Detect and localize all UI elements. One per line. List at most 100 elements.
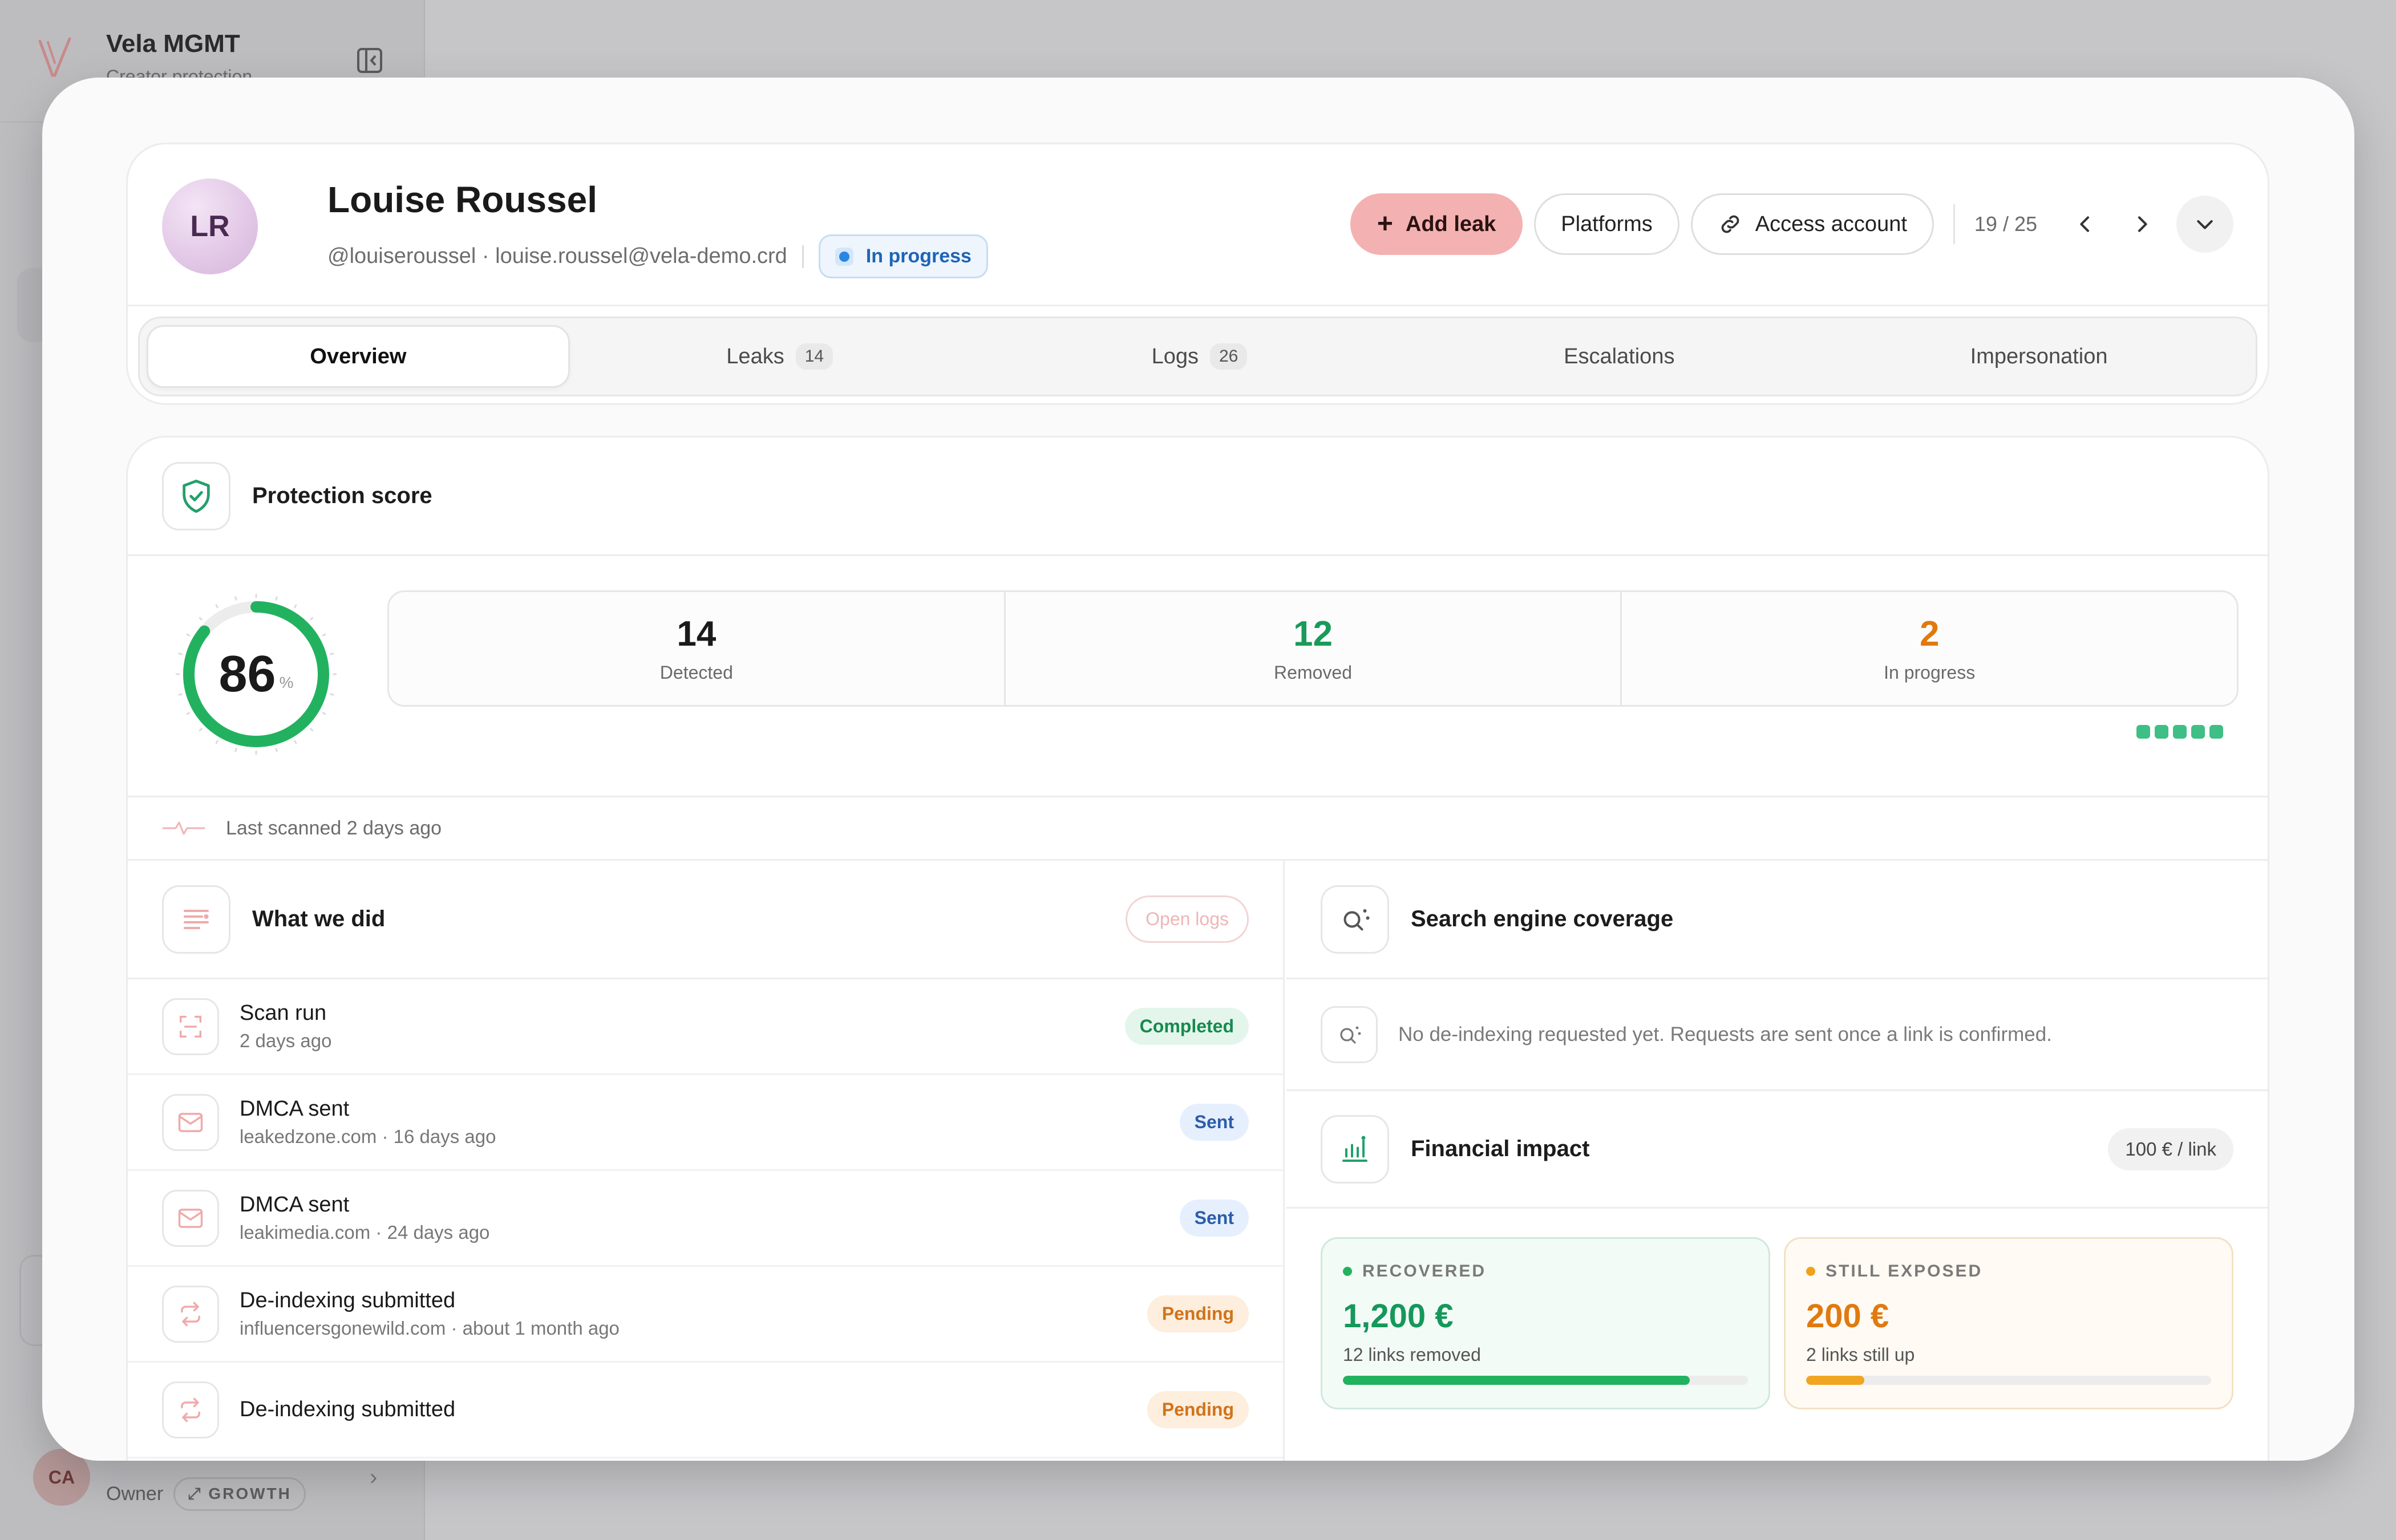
last-scanned-text: Last scanned 2 days ago (226, 817, 442, 839)
section-title: Financial impact (1411, 1136, 1590, 1161)
overview-panel: Protection score 86% 14 Detected 12 Remo… (126, 436, 2269, 1461)
pager-position: 19 / 25 (1974, 212, 2037, 236)
status-badge: Completed (1124, 1008, 1249, 1045)
creator-meta: @louiseroussel · louise.roussel@vela-dem… (327, 234, 988, 278)
status-badge: Pending (1147, 1295, 1249, 1332)
exposed-card: STILL EXPOSED 200 € 2 links still up (1784, 1237, 2233, 1409)
creator-name: Louise Roussel (327, 179, 597, 220)
stat-value: 2 (1919, 614, 1940, 654)
chevron-down-icon (2197, 220, 2213, 229)
brand-logo (38, 37, 71, 77)
header-actions: + Add leak Platforms Access account 19 /… (1350, 193, 2233, 255)
item-subtitle: influencersgonewild.com · about 1 month … (240, 1318, 620, 1339)
search-nodes-icon (1321, 1006, 1378, 1063)
plan-badge-label: GROWTH (208, 1485, 292, 1502)
list-item[interactable]: DMCA sent leakedzone.com · 16 days ago Se… (128, 1075, 1283, 1171)
status-badge: In progress (818, 234, 988, 278)
collapse-button[interactable] (2176, 196, 2233, 253)
score-number: 86 (218, 645, 276, 703)
creator-detail-modal: LR Louise Roussel @louiseroussel · louis… (42, 78, 2354, 1461)
link-icon (1721, 215, 1739, 233)
profile-header: LR Louise Roussel @louiseroussel · louis… (126, 143, 2269, 405)
chevron-left-icon (2080, 216, 2089, 232)
status-badge: Pending (1147, 1391, 1249, 1428)
tab-overview[interactable]: Overview (147, 325, 570, 388)
item-title: De-indexing submitted (240, 1397, 456, 1421)
repeat-icon (162, 1381, 219, 1438)
add-leak-button[interactable]: + Add leak (1350, 193, 1523, 255)
rate-badge: 100 € / link (2108, 1128, 2233, 1170)
stat-label: Removed (1274, 662, 1352, 683)
open-logs-button[interactable]: Open logs (1126, 895, 1249, 943)
tab-logs[interactable]: Logs 26 (990, 325, 1410, 388)
item-subtitle: leakimedia.com · 24 days ago (240, 1222, 490, 1243)
platforms-button[interactable]: Platforms (1534, 193, 1679, 255)
user-role-label: Owner (106, 1483, 164, 1505)
recovered-amount: 1,200 € (1343, 1298, 1454, 1335)
tab-impersonation[interactable]: Impersonation (1829, 325, 2249, 388)
list-item[interactable]: DMCA sent leakimedia.com · 24 days ago Se… (128, 1171, 1283, 1267)
tab-leaks[interactable]: Leaks 14 (570, 325, 990, 388)
shield-check-icon (162, 461, 230, 530)
exposed-label-row: STILL EXPOSED (1806, 1262, 2211, 1281)
list-item[interactable]: Scan run 2 days ago Completed (128, 979, 1283, 1075)
access-account-button[interactable]: Access account (1690, 193, 1934, 255)
protection-score-header: Protection score (128, 437, 2268, 556)
stat-value: 12 (1293, 614, 1333, 654)
list-item[interactable]: De-indexing submitted influencersgonewild… (128, 1267, 1283, 1363)
stat-value: 14 (677, 614, 717, 654)
exposed-subtitle: 2 links still up (1806, 1344, 1915, 1365)
recovered-progress-fill (1343, 1376, 1690, 1385)
exposed-amount: 200 € (1806, 1298, 1889, 1335)
item-title: De-indexing submitted (240, 1288, 456, 1312)
tab-label: Leaks (726, 344, 784, 368)
divider (1953, 204, 1955, 244)
user-role: Owner ⤢ GROWTH (106, 1477, 306, 1511)
section-title: Search engine coverage (1411, 906, 1674, 931)
recovered-label-row: RECOVERED (1343, 1262, 1748, 1281)
stat-label: Detected (659, 662, 733, 683)
tab-bar: Overview Leaks 14 Logs 26 Escalations Im… (138, 317, 2257, 396)
item-subtitle: 2 days ago (240, 1030, 332, 1051)
access-account-label: Access account (1755, 212, 1907, 236)
mail-icon (162, 1093, 219, 1151)
financial-cards: RECOVERED 1,200 € 12 links removed STILL… (1321, 1237, 2233, 1409)
divider (802, 245, 804, 268)
search-nodes-icon (1321, 885, 1389, 954)
chevron-right-icon[interactable]: › (370, 1465, 377, 1490)
section-title: Protection score (252, 483, 432, 508)
tab-escalations[interactable]: Escalations (1409, 325, 1829, 388)
org-name: Vela MGMT (106, 30, 240, 58)
progress-dots (2136, 725, 2223, 739)
recovered-progress (1343, 1376, 1748, 1385)
coverage-panel: Search engine coverage No de-indexing re… (1286, 861, 2268, 1461)
profile-summary: LR Louise Roussel @louiseroussel · louis… (128, 144, 2268, 306)
scan-icon (162, 998, 219, 1055)
item-subtitle: leakedzone.com · 16 days ago (240, 1126, 496, 1147)
collapse-sidebar-icon[interactable] (355, 46, 385, 75)
recovered-subtitle: 12 links removed (1343, 1344, 1481, 1365)
add-leak-label: Add leak (1405, 212, 1496, 236)
chevron-right-icon (2138, 216, 2147, 232)
exposed-label: STILL EXPOSED (1826, 1262, 1983, 1280)
mail-icon (162, 1189, 219, 1247)
score-unit: % (279, 674, 294, 691)
tab-label: Logs (1151, 344, 1199, 368)
exposed-progress-fill (1806, 1376, 1864, 1385)
protection-stats: 14 Detected 12 Removed 2 In progress (387, 590, 2239, 707)
list-item[interactable]: De-indexing submitted Pending (128, 1363, 1283, 1458)
recovered-card: RECOVERED 1,200 € 12 links removed (1321, 1237, 1770, 1409)
avatar: LR (162, 179, 258, 274)
tab-label: Overview (310, 344, 407, 368)
repeat-icon (162, 1285, 219, 1343)
plan-badge: ⤢ GROWTH (173, 1477, 306, 1511)
empty-state-text: No de-indexing requested yet. Requests a… (1398, 1023, 2052, 1045)
item-title: Scan run (240, 1001, 327, 1025)
protection-gauge: 86% (173, 591, 339, 757)
pulse-icon (162, 821, 205, 835)
tab-count-badge: 26 (1210, 343, 1248, 370)
previous-button[interactable] (2062, 201, 2108, 247)
tab-label: Impersonation (1970, 344, 2108, 368)
tab-label: Escalations (1564, 344, 1675, 368)
next-button[interactable] (2119, 201, 2165, 247)
